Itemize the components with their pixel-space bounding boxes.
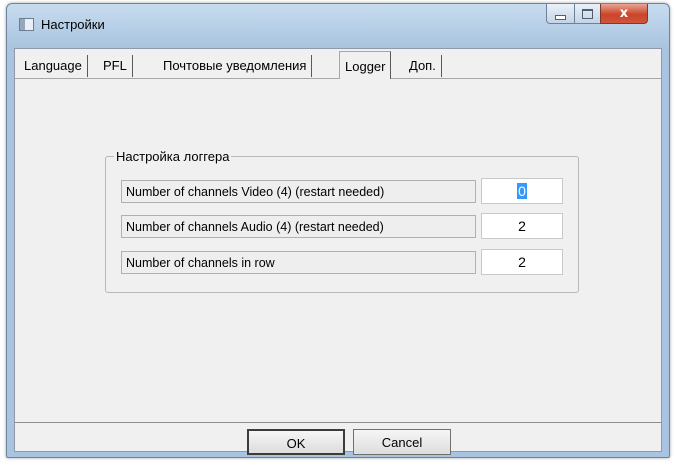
audio-channels-label: Number of channels Audio (4) (restart ne… bbox=[121, 215, 476, 238]
ok-button[interactable]: OK bbox=[247, 429, 345, 455]
dialog-button-bar: OK Cancel bbox=[15, 422, 661, 455]
title-bar[interactable]: Настройки x bbox=[7, 4, 669, 48]
maximize-button[interactable] bbox=[574, 4, 601, 24]
tab-strip: Language PFL Почтовые уведомления Logger… bbox=[15, 51, 661, 79]
logger-tab-panel: Настройка логгера Number of channels Vid… bbox=[15, 77, 661, 423]
close-icon: x bbox=[619, 6, 629, 21]
video-channels-label: Number of channels Video (4) (restart ne… bbox=[121, 180, 476, 203]
audio-channels-input[interactable]: 2 bbox=[481, 213, 563, 239]
tab-logger[interactable]: Logger bbox=[339, 51, 392, 79]
channels-in-row-label: Number of channels in row bbox=[121, 251, 476, 274]
maximize-icon bbox=[582, 8, 593, 19]
dialog-client-area: Language PFL Почтовые уведомления Logger… bbox=[14, 48, 662, 455]
video-channels-value: 0 bbox=[517, 183, 527, 199]
minimize-icon bbox=[555, 14, 566, 20]
tab-pfl[interactable]: PFL bbox=[98, 55, 133, 77]
logger-settings-group: Настройка логгера Number of channels Vid… bbox=[105, 149, 579, 293]
window-title: Настройки bbox=[41, 17, 105, 32]
settings-window: Настройки x Language PFL Почтовые уведом… bbox=[6, 3, 670, 458]
app-icon bbox=[19, 18, 34, 31]
tab-email-notifications[interactable]: Почтовые уведомления bbox=[158, 55, 313, 77]
channels-in-row-input[interactable]: 2 bbox=[481, 249, 563, 275]
close-button[interactable]: x bbox=[600, 4, 648, 24]
group-title: Настройка логгера bbox=[114, 149, 232, 164]
minimize-button[interactable] bbox=[546, 4, 575, 24]
tab-language[interactable]: Language bbox=[19, 55, 88, 77]
video-channels-input[interactable]: 0 bbox=[481, 178, 563, 204]
tab-extra[interactable]: Доп. bbox=[404, 55, 442, 77]
cancel-button[interactable]: Cancel bbox=[353, 429, 451, 455]
